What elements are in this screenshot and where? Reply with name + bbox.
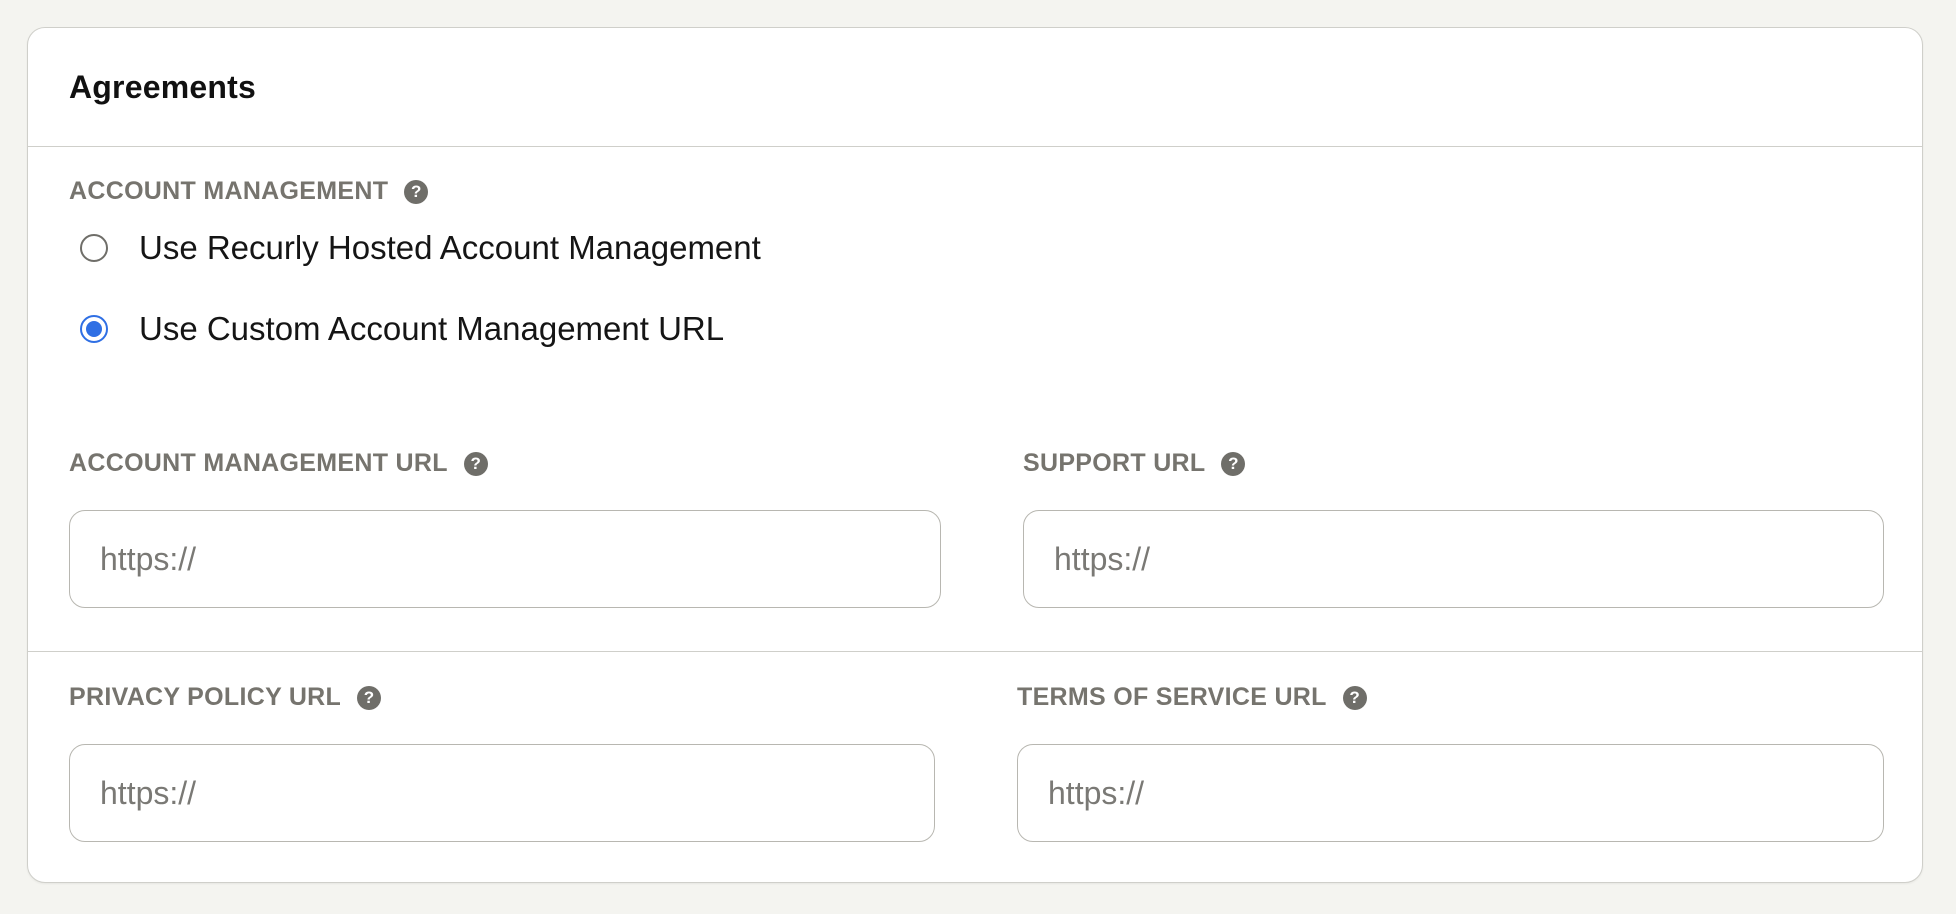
agreements-card: Agreements ACCOUNT MANAGEMENT ? Use Recu… xyxy=(27,27,1923,883)
help-icon[interactable]: ? xyxy=(1221,451,1246,476)
support-url-label-text: SUPPORT URL xyxy=(1023,449,1206,477)
privacy-policy-url-input[interactable] xyxy=(69,744,935,842)
terms-of-service-url-label: TERMS OF SERVICE URL ? xyxy=(1017,683,1367,712)
account-management-url-label-text: ACCOUNT MANAGEMENT URL xyxy=(69,449,448,477)
help-icon[interactable]: ? xyxy=(1342,685,1367,710)
card-header: Agreements xyxy=(28,28,1922,147)
radio-button-unchecked[interactable] xyxy=(80,234,108,262)
radio-label-recurly-hosted: Use Recurly Hosted Account Management xyxy=(139,229,761,266)
help-icon[interactable]: ? xyxy=(463,451,488,476)
radio-button-checked[interactable] xyxy=(80,315,108,343)
policy-urls-section: PRIVACY POLICY URL ? TERMS OF SERVICE UR… xyxy=(28,652,1922,882)
account-management-url-label: ACCOUNT MANAGEMENT URL ? xyxy=(69,449,488,478)
terms-of-service-url-label-text: TERMS OF SERVICE URL xyxy=(1017,683,1327,711)
terms-of-service-url-input[interactable] xyxy=(1017,744,1884,842)
account-management-url-input[interactable] xyxy=(69,510,941,608)
privacy-policy-url-label: PRIVACY POLICY URL ? xyxy=(69,683,382,712)
account-management-label-text: ACCOUNT MANAGEMENT xyxy=(69,177,389,205)
radio-custom-url[interactable]: Use Custom Account Management URL xyxy=(80,310,724,348)
account-management-label: ACCOUNT MANAGEMENT ? xyxy=(69,177,429,206)
support-url-label: SUPPORT URL ? xyxy=(1023,449,1246,478)
help-icon[interactable]: ? xyxy=(404,179,429,204)
account-management-section: ACCOUNT MANAGEMENT ? Use Recurly Hosted … xyxy=(28,147,1922,652)
radio-recurly-hosted[interactable]: Use Recurly Hosted Account Management xyxy=(80,229,761,267)
card-title: Agreements xyxy=(69,68,256,105)
radio-label-custom-url: Use Custom Account Management URL xyxy=(139,310,725,347)
support-url-input[interactable] xyxy=(1023,510,1884,608)
privacy-policy-url-label-text: PRIVACY POLICY URL xyxy=(69,683,342,711)
help-icon[interactable]: ? xyxy=(357,685,382,710)
